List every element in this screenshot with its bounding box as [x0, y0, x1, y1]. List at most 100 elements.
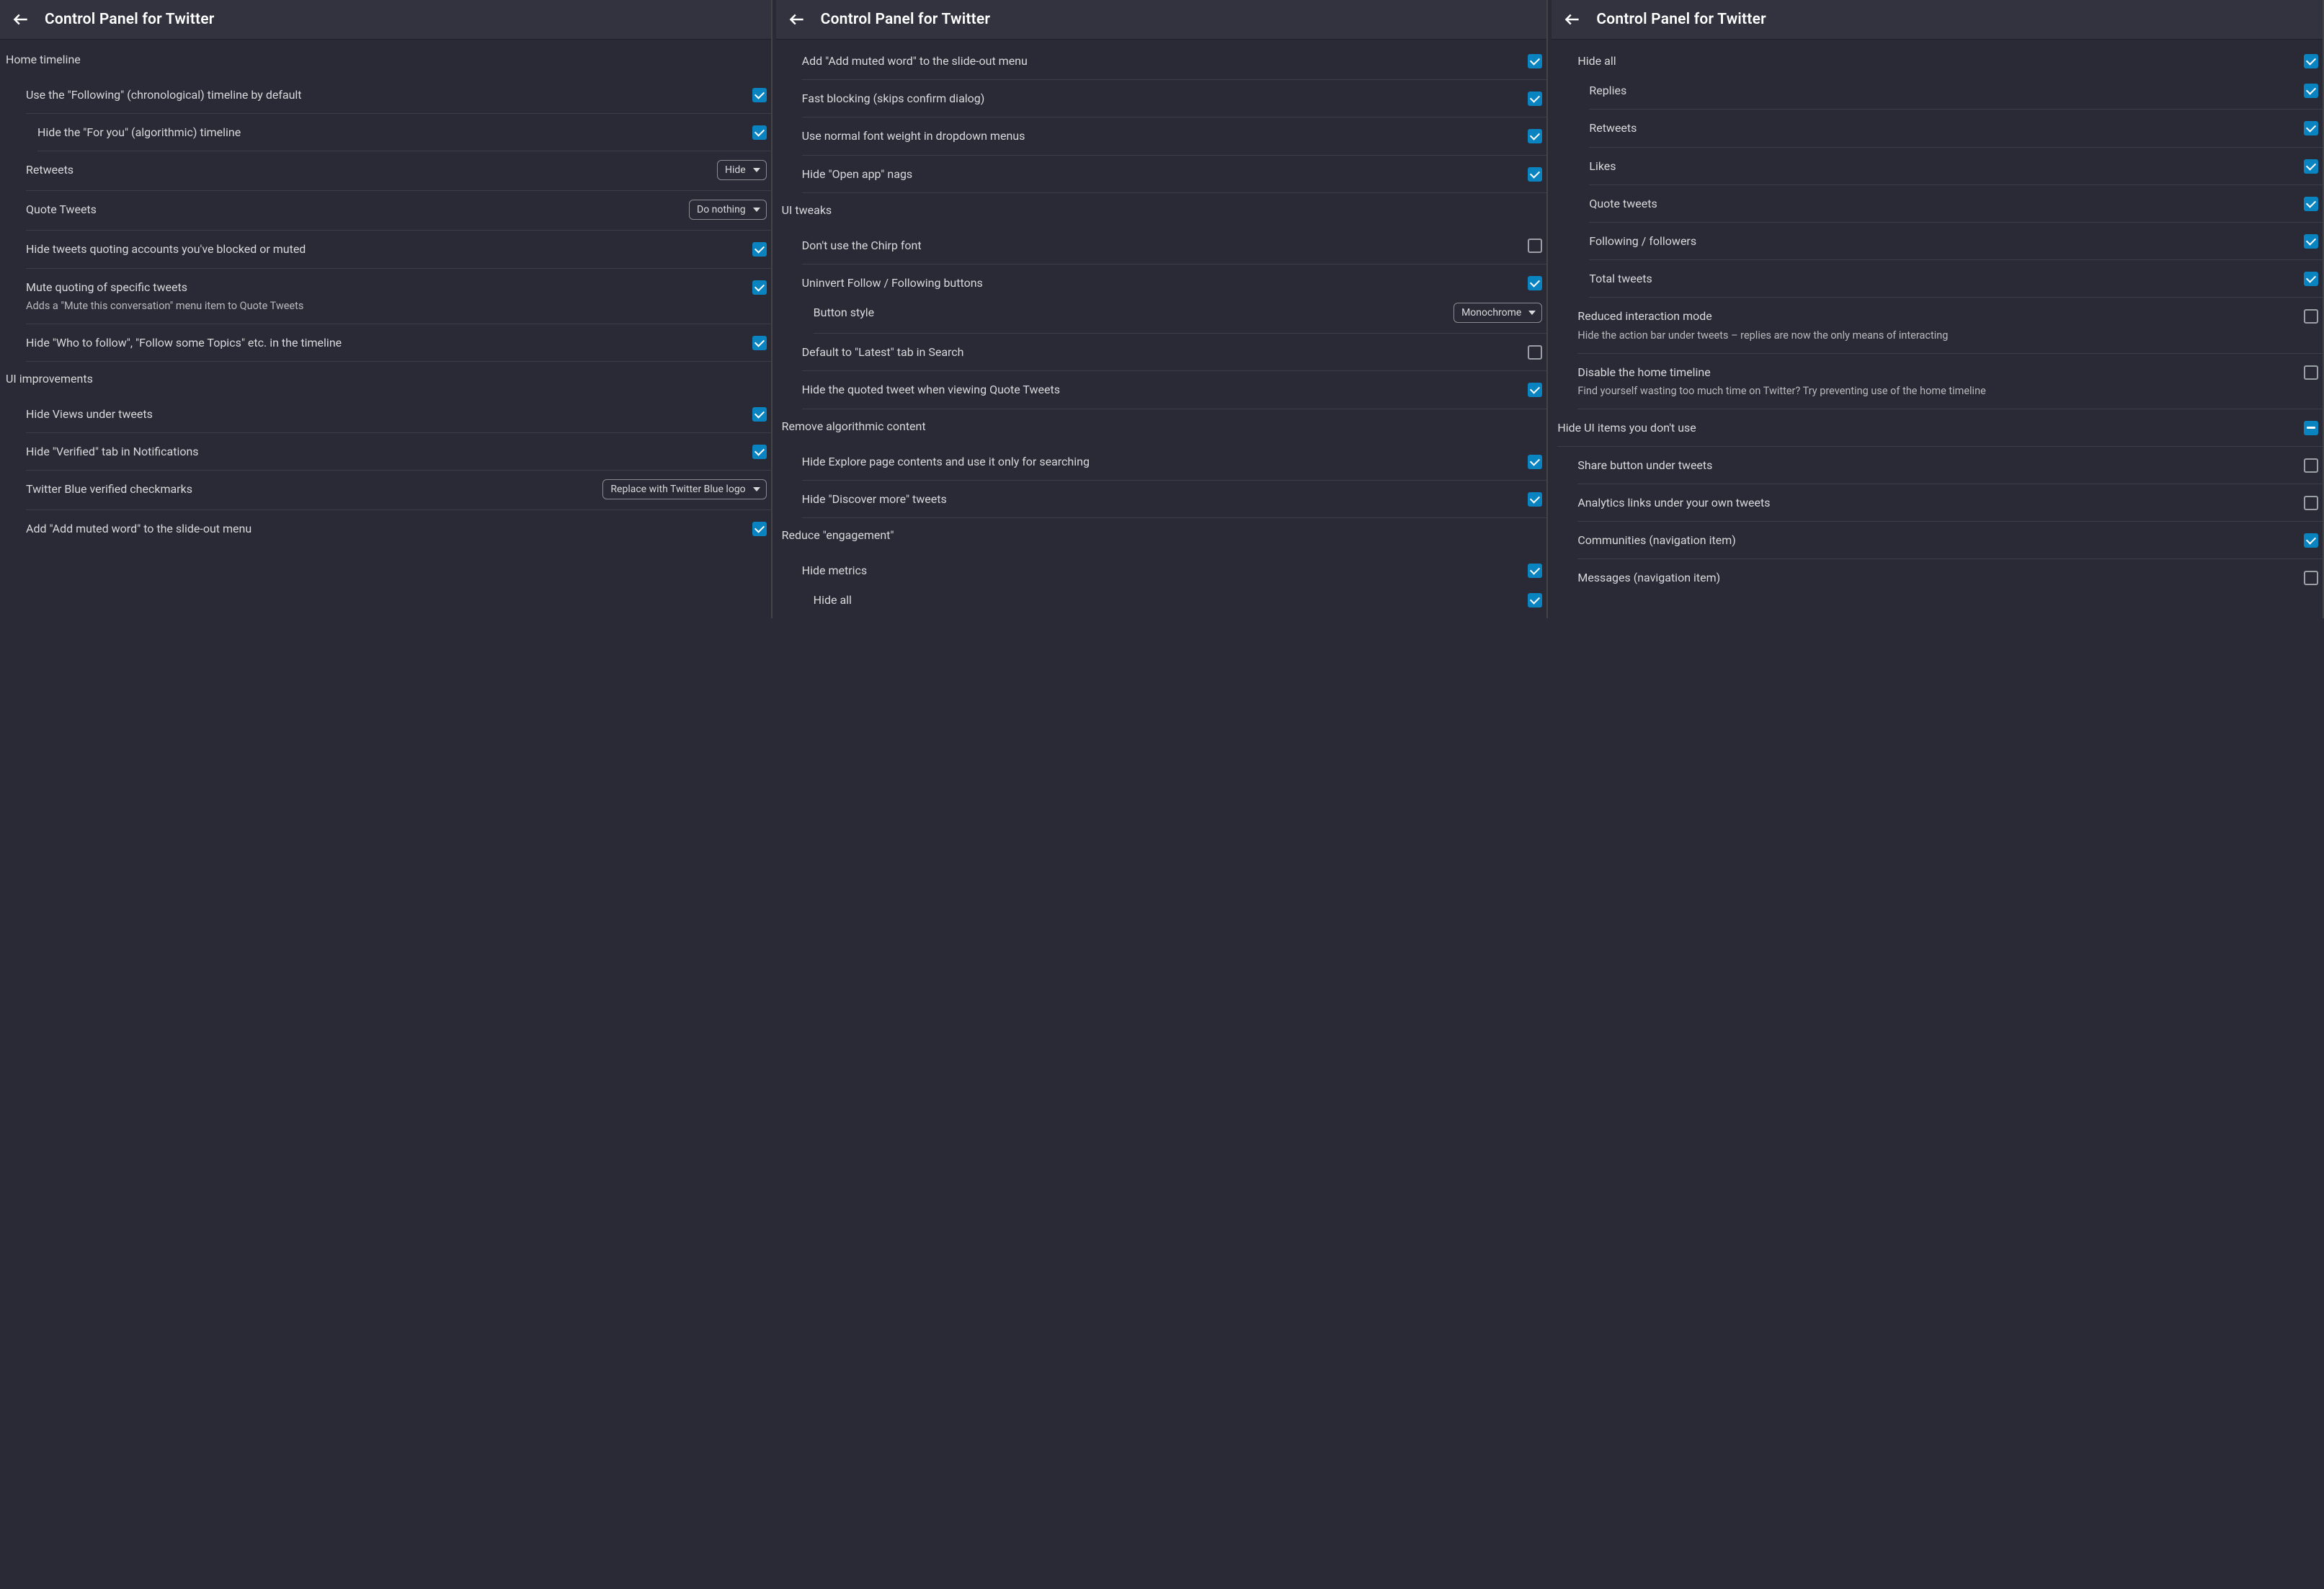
setting-row[interactable]: RetweetsHide [26, 151, 771, 191]
setting-row[interactable]: Hide "Open app" nags [802, 156, 1547, 193]
checkbox-hide-verified-tab-in-notifications[interactable] [752, 445, 767, 459]
checkbox-replies[interactable] [2304, 84, 2318, 98]
label-wrap: Don't use the Chirp font [802, 237, 1520, 254]
setting-label: Retweets [1589, 120, 2295, 136]
back-arrow-icon[interactable] [788, 10, 806, 29]
settings-panel-1: Control Panel for Twitter Home timelineU… [0, 0, 773, 618]
checkbox-default-to-latest-tab-in-search[interactable] [1528, 345, 1542, 360]
setting-row[interactable]: Button styleMonochrome [814, 294, 1547, 334]
select-button-style[interactable]: Monochrome [1453, 303, 1542, 323]
checkbox-fast-blocking-skips-confirm-dialog[interactable] [1528, 92, 1542, 106]
label-wrap: Add "Add muted word" to the slide-out me… [26, 520, 744, 537]
setting-row[interactable]: Default to "Latest" tab in Search [802, 334, 1547, 371]
setting-label: Communities (navigation item) [1577, 532, 2295, 548]
checkbox-following-followers[interactable] [2304, 234, 2318, 249]
setting-row[interactable]: Add "Add muted word" to the slide-out me… [802, 43, 1547, 80]
setting-row[interactable]: Disable the home timelineFind yourself w… [1577, 354, 2323, 409]
label-wrap: Hide all [814, 592, 1520, 608]
setting-row[interactable]: Don't use the Chirp font [802, 227, 1547, 264]
checkbox-hide-views-under-tweets[interactable] [752, 407, 767, 422]
label-wrap: Hide "Discover more" tweets [802, 491, 1520, 507]
setting-row[interactable]: Hide Explore page contents and use it on… [802, 443, 1547, 481]
setting-row[interactable]: Hide tweets quoting accounts you've bloc… [26, 231, 771, 268]
select-twitter-blue-verified-checkmarks[interactable]: Replace with Twitter Blue logo [602, 479, 766, 499]
back-arrow-icon[interactable] [1563, 10, 1582, 29]
checkbox-hide-all[interactable] [2304, 54, 2318, 68]
checkbox-messages-navigation-item[interactable] [2304, 571, 2318, 585]
setting-row[interactable]: Use the "Following" (chronological) time… [26, 76, 771, 114]
setting-row[interactable]: Mute quoting of specific tweetsAdds a "M… [26, 269, 771, 324]
setting-row[interactable]: Quote tweets [1589, 185, 2323, 223]
setting-row[interactable]: Messages (navigation item) [1577, 559, 2323, 596]
setting-row[interactable]: Following / followers [1589, 223, 2323, 260]
checkbox-retweets[interactable] [2304, 121, 2318, 135]
setting-row[interactable]: Use normal font weight in dropdown menus [802, 117, 1547, 155]
header: Control Panel for Twitter [0, 0, 771, 40]
setting-row[interactable]: Reduced interaction modeHide the action … [1577, 298, 2323, 353]
checkbox-use-the-following-chronological-timeline[interactable] [752, 88, 767, 102]
setting-label: Hide Views under tweets [26, 406, 744, 422]
select-quote-tweets[interactable]: Do nothing [689, 200, 767, 220]
select-retweets[interactable]: Hide [717, 160, 767, 180]
checkbox-mute-quoting-of-specific-tweets[interactable] [752, 280, 767, 295]
checkbox-hide-all[interactable] [1528, 593, 1542, 607]
back-arrow-icon[interactable] [12, 10, 30, 29]
chevron-down-icon [753, 487, 760, 491]
checkbox-add-add-muted-word-to-the-slide-out-menu[interactable] [752, 522, 767, 536]
setting-row[interactable]: Hide the "For you" (algorithmic) timelin… [37, 114, 771, 151]
checkbox-quote-tweets[interactable] [2304, 197, 2318, 211]
setting-row[interactable]: Hide the quoted tweet when viewing Quote… [802, 371, 1547, 409]
setting-label: Fast blocking (skips confirm dialog) [802, 90, 1520, 107]
checkbox-likes[interactable] [2304, 159, 2318, 174]
setting-row[interactable]: Uninvert Follow / Following buttons [802, 264, 1547, 294]
checkbox-hide-the-quoted-tweet-when-viewing-quote[interactable] [1528, 383, 1542, 397]
setting-row[interactable]: Hide Views under tweets [26, 396, 771, 433]
checkbox-use-normal-font-weight-in-dropdown-menus[interactable] [1528, 129, 1542, 143]
checkbox-hide-metrics[interactable] [1528, 564, 1542, 578]
checkbox-don-t-use-the-chirp-font[interactable] [1528, 239, 1542, 253]
checkbox-hide-who-to-follow-follow-some-topics-et[interactable] [752, 336, 767, 350]
setting-row[interactable]: Hide metrics [802, 552, 1547, 582]
checkbox-add-add-muted-word-to-the-slide-out-menu[interactable] [1528, 54, 1542, 68]
label-wrap: Hide "Open app" nags [802, 166, 1520, 182]
setting-row[interactable]: Hide UI items you don't use [1557, 409, 2323, 447]
setting-row[interactable]: Twitter Blue verified checkmarksReplace … [26, 471, 771, 510]
setting-row[interactable]: Quote TweetsDo nothing [26, 191, 771, 231]
label-wrap: Hide "Verified" tab in Notifications [26, 443, 744, 460]
checkbox-communities-navigation-item[interactable] [2304, 533, 2318, 548]
setting-row[interactable]: Hide "Discover more" tweets [802, 481, 1547, 518]
checkbox-reduced-interaction-mode[interactable] [2304, 309, 2318, 324]
section-title: UI tweaks [776, 193, 1547, 227]
setting-row[interactable]: Total tweets [1589, 260, 2323, 298]
header: Control Panel for Twitter [776, 0, 1547, 40]
checkbox-total-tweets[interactable] [2304, 272, 2318, 286]
setting-row[interactable]: Hide all [814, 582, 1547, 618]
label-wrap: Hide "Who to follow", "Follow some Topic… [26, 334, 744, 351]
label-wrap: Add "Add muted word" to the slide-out me… [802, 53, 1520, 69]
label-wrap: Fast blocking (skips confirm dialog) [802, 90, 1520, 107]
setting-row[interactable]: Replies [1589, 72, 2323, 110]
setting-row[interactable]: Hide "Who to follow", "Follow some Topic… [26, 324, 771, 362]
checkbox-hide-discover-more-tweets[interactable] [1528, 492, 1542, 507]
checkbox-hide-ui-items-you-don-t-use[interactable] [2304, 421, 2318, 435]
checkbox-hide-explore-page-contents-and-use-it-on[interactable] [1528, 455, 1542, 469]
setting-row[interactable]: Likes [1589, 148, 2323, 185]
checkbox-share-button-under-tweets[interactable] [2304, 458, 2318, 473]
section-title: UI improvements [0, 362, 771, 396]
setting-label: Hide "Who to follow", "Follow some Topic… [26, 334, 744, 351]
checkbox-hide-tweets-quoting-accounts-you-ve-bloc[interactable] [752, 242, 767, 257]
setting-row[interactable]: Hide "Verified" tab in Notifications [26, 433, 771, 471]
select-value: Monochrome [1461, 307, 1521, 319]
checkbox-uninvert-follow-following-buttons[interactable] [1528, 276, 1542, 290]
setting-row[interactable]: Hide all [1577, 43, 2323, 72]
setting-row[interactable]: Share button under tweets [1577, 447, 2323, 484]
setting-row[interactable]: Fast blocking (skips confirm dialog) [802, 80, 1547, 117]
checkbox-analytics-links-under-your-own-tweets[interactable] [2304, 496, 2318, 510]
checkbox-hide-the-for-you-algorithmic-timeline[interactable] [752, 125, 767, 140]
setting-row[interactable]: Communities (navigation item) [1577, 522, 2323, 559]
setting-row[interactable]: Add "Add muted word" to the slide-out me… [26, 510, 771, 547]
setting-row[interactable]: Retweets [1589, 110, 2323, 147]
checkbox-disable-the-home-timeline[interactable] [2304, 365, 2318, 380]
checkbox-hide-open-app-nags[interactable] [1528, 167, 1542, 182]
setting-row[interactable]: Analytics links under your own tweets [1577, 484, 2323, 522]
